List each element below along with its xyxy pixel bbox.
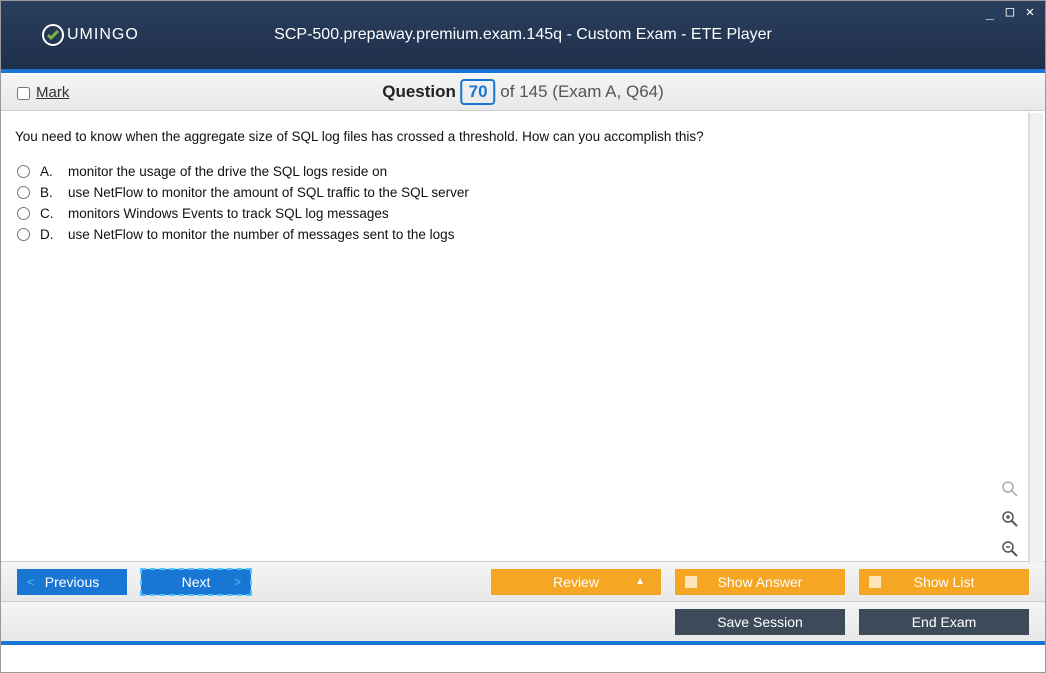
mark-label[interactable]: Mark	[36, 84, 69, 101]
bottom-bar: Save Session End Exam	[1, 601, 1045, 641]
minimize-icon[interactable]: _	[983, 5, 997, 19]
content-area: You need to know when the aggregate size…	[1, 111, 1029, 561]
question-bar: Mark Question 70 of 145 (Exam A, Q64)	[1, 73, 1045, 111]
answer-radio[interactable]	[17, 186, 30, 199]
end-exam-button[interactable]: End Exam	[859, 609, 1029, 635]
answer-text: use NetFlow to monitor the amount of SQL…	[68, 185, 469, 200]
show-answer-label: Show Answer	[718, 574, 803, 590]
next-button[interactable]: Next >	[141, 569, 251, 595]
window-controls: _ □ ✕	[983, 5, 1037, 19]
square-icon	[685, 576, 697, 588]
nav-bar: < Previous Next > Review ▲ Show Answer S…	[1, 561, 1045, 601]
answer-radio[interactable]	[17, 228, 30, 241]
question-total: of 145 (Exam A, Q64)	[500, 82, 663, 101]
question-number: 70	[461, 79, 496, 105]
triangle-up-icon: ▲	[635, 576, 645, 587]
scrollbar[interactable]	[1029, 113, 1043, 563]
zoom-in-icon[interactable]	[999, 508, 1021, 530]
accent-strip-bottom	[1, 641, 1045, 645]
mark-checkbox-wrap[interactable]: Mark	[17, 84, 69, 101]
answer-option[interactable]: A. monitor the usage of the drive the SQ…	[15, 164, 1014, 179]
review-button[interactable]: Review ▲	[491, 569, 661, 595]
show-answer-button[interactable]: Show Answer	[675, 569, 845, 595]
answer-letter: B.	[40, 185, 58, 200]
answers-list: A. monitor the usage of the drive the SQ…	[15, 164, 1014, 242]
answer-text: use NetFlow to monitor the number of mes…	[68, 227, 454, 242]
question-counter: Question 70 of 145 (Exam A, Q64)	[382, 79, 664, 105]
answer-option[interactable]: C. monitors Windows Events to track SQL …	[15, 206, 1014, 221]
answer-letter: A.	[40, 164, 58, 179]
mark-checkbox[interactable]	[17, 87, 30, 100]
zoom-out-icon[interactable]	[999, 538, 1021, 560]
answer-option[interactable]: B. use NetFlow to monitor the amount of …	[15, 185, 1014, 200]
question-text: You need to know when the aggregate size…	[15, 129, 1014, 144]
app-logo: UMINGO	[41, 23, 139, 47]
answer-radio[interactable]	[17, 165, 30, 178]
logo-text: UMINGO	[67, 26, 139, 44]
answer-option[interactable]: D. use NetFlow to monitor the number of …	[15, 227, 1014, 242]
save-session-button[interactable]: Save Session	[675, 609, 845, 635]
show-list-label: Show List	[914, 574, 975, 590]
previous-button[interactable]: < Previous	[17, 569, 127, 595]
answer-letter: C.	[40, 206, 58, 221]
chevron-left-icon: <	[27, 575, 34, 589]
window-title: SCP-500.prepaway.premium.exam.145q - Cus…	[274, 26, 772, 44]
review-label: Review	[553, 574, 599, 590]
close-icon[interactable]: ✕	[1023, 5, 1037, 19]
maximize-icon[interactable]: □	[1003, 5, 1017, 19]
answer-radio[interactable]	[17, 207, 30, 220]
checkmark-logo-icon	[41, 23, 65, 47]
titlebar: UMINGO SCP-500.prepaway.premium.exam.145…	[1, 1, 1045, 69]
answer-text: monitor the usage of the drive the SQL l…	[68, 164, 387, 179]
chevron-right-icon: >	[234, 575, 241, 589]
answer-text: monitors Windows Events to track SQL log…	[68, 206, 389, 221]
answer-letter: D.	[40, 227, 58, 242]
next-label: Next	[182, 574, 211, 590]
previous-label: Previous	[45, 574, 99, 590]
question-label: Question	[382, 82, 456, 101]
square-icon	[869, 576, 881, 588]
zoom-controls	[999, 478, 1021, 560]
zoom-reset-icon[interactable]	[999, 478, 1021, 500]
show-list-button[interactable]: Show List	[859, 569, 1029, 595]
